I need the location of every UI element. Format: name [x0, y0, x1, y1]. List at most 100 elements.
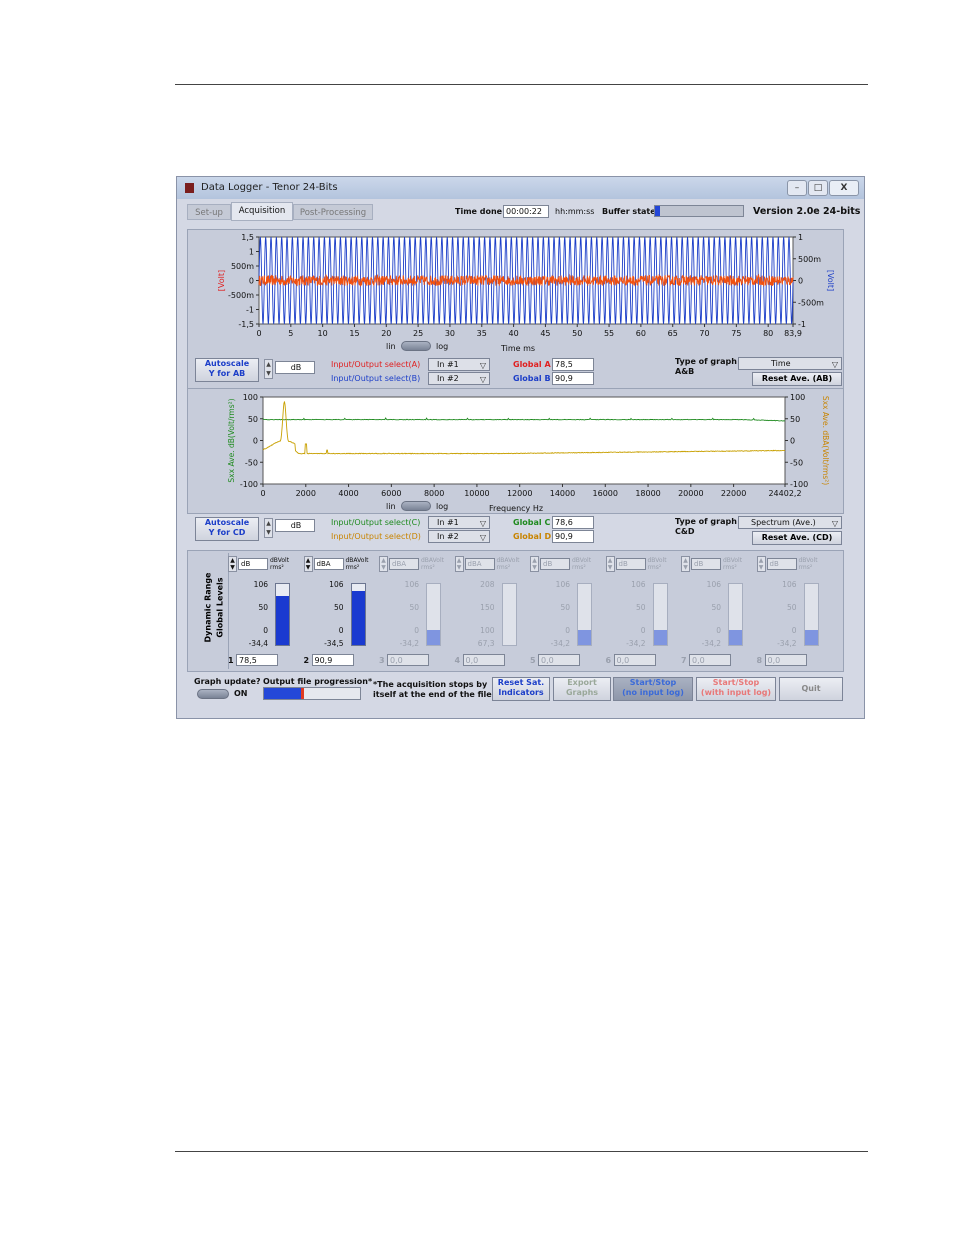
- tick-mid: 50: [635, 603, 646, 612]
- spectrum-graph[interactable]: 0 2000 4000 6000 8000 10000 12000 14000 16000 180…: [188, 389, 843, 513]
- levels-meters: ▲ ▼ dB dBVolt rms² 106 50 0 -34,4 1 78,5 ▲ ▼ dBA dBAV…: [226, 553, 841, 671]
- channel-unit-spinner[interactable]: ▲ ▼: [605, 556, 615, 572]
- x-tick-label: 10: [318, 329, 328, 338]
- tick-bottom: 67,3: [477, 639, 495, 648]
- tick-low: 0: [263, 626, 268, 635]
- channel-unit-spinner[interactable]: ▲ ▼: [681, 556, 690, 572]
- type-ab-select[interactable]: Time ▽: [738, 357, 842, 370]
- type-cd-select[interactable]: Spectrum (Ave.) ▽: [738, 516, 842, 529]
- reset-sat-indicators-button[interactable]: Reset Sat. Indicators: [492, 677, 550, 701]
- channel-value: 90,9: [311, 654, 354, 666]
- global-levels-panel: Dynamic Range Global Levels ▲ ▼ dB dBVolt r…: [187, 550, 844, 672]
- reset-ave-cd-button[interactable]: Reset Ave. (CD): [752, 531, 842, 545]
- level-meter-fill: [578, 630, 591, 645]
- top-rule: [175, 84, 868, 85]
- time-done-value: 00:00:22: [503, 205, 549, 218]
- channel-unit-field[interactable]: dB: [766, 558, 797, 570]
- y-left-tick-label: 50: [248, 415, 258, 424]
- output-progress-label: Output file progression*: [263, 677, 373, 686]
- x-tick-label: 50: [572, 329, 582, 338]
- start-stop-with-log-button[interactable]: Start/Stop (with input log): [696, 677, 776, 701]
- io-a-select[interactable]: In #1 ▽: [428, 358, 490, 371]
- close-button[interactable]: X: [829, 180, 859, 196]
- y-right-tick-label: -1: [798, 320, 806, 329]
- quit-button[interactable]: Quit: [779, 677, 843, 701]
- unit-cd-field[interactable]: dB: [275, 519, 315, 532]
- level-meter: [275, 583, 290, 646]
- tick-low: 0: [640, 626, 646, 635]
- tab-post-processing[interactable]: Post-Processing: [293, 204, 373, 220]
- lin-label-cd: lin: [386, 502, 396, 511]
- x-tick-label: 24402,2: [768, 489, 801, 498]
- x-tick-label: 83,9: [784, 329, 802, 338]
- channel-unit-field[interactable]: dB: [615, 558, 646, 570]
- chevron-down-icon: ▽: [831, 519, 838, 528]
- channel-unit-spinner[interactable]: ▲ ▼: [303, 556, 313, 572]
- minimize-button[interactable]: –: [787, 180, 807, 196]
- buffer-state-fill: [655, 206, 661, 216]
- channel-unit-field[interactable]: dB: [238, 558, 268, 570]
- unit-ab-field[interactable]: dB: [275, 361, 315, 374]
- channel-unit-field[interactable]: dB: [540, 558, 570, 570]
- x-tick-label: 6000: [381, 489, 401, 498]
- x-tick-label: 10000: [464, 489, 489, 498]
- export-graphs-button[interactable]: Export Graphs: [553, 677, 611, 701]
- level-channel-4: ▲ ▼ dBA dBAVolt rms² 208 150 100 67,3 4 0,0: [453, 553, 527, 669]
- global-a-label: Global A: [513, 360, 551, 369]
- x-tick-label: 25: [413, 329, 423, 338]
- channel-unit-spinner[interactable]: ▲ ▼: [379, 556, 388, 572]
- y-right-tick-label: 0: [798, 277, 803, 286]
- autoscale-ab-button[interactable]: Autoscale Y for AB: [195, 358, 259, 382]
- tick-bottom: -34,4: [248, 639, 268, 648]
- title-bar: Data Logger - Tenor 24-Bits – □ X: [177, 177, 864, 199]
- channel-number: 6: [605, 656, 612, 665]
- global-d-label: Global D: [513, 532, 552, 541]
- channel-value: 0,0: [764, 654, 807, 666]
- graph-update-toggle[interactable]: [197, 689, 229, 699]
- autoscale-cd-button[interactable]: Autoscale Y for CD: [195, 517, 259, 541]
- channel-value: 0,0: [689, 654, 731, 666]
- app-icon: [185, 183, 194, 193]
- channel-unit-field[interactable]: dBA: [389, 558, 419, 570]
- x-tick-label: 55: [604, 329, 614, 338]
- bottom-rule: [175, 1151, 868, 1152]
- start-stop-no-log-button[interactable]: Start/Stop (no input log): [613, 677, 693, 701]
- lin-log-toggle-cd[interactable]: [401, 501, 431, 511]
- y-left-tick-label: -1,5: [238, 320, 254, 329]
- tick-mid: 50: [333, 603, 344, 612]
- tick-bottom: -34,2: [777, 639, 797, 648]
- dynamic-range-label: Dynamic Range: [203, 572, 213, 643]
- channel-unit-spinner[interactable]: ▲ ▼: [756, 556, 766, 572]
- tick-bottom: -34,2: [550, 639, 570, 648]
- buffer-state-bar: [654, 205, 744, 217]
- y-left-axis-label: [Volt]: [217, 270, 226, 291]
- tab-acquisition[interactable]: Acquisition: [231, 202, 293, 221]
- io-d-select[interactable]: In #2 ▽: [428, 530, 490, 543]
- reset-ave-ab-button[interactable]: Reset Ave. (AB): [752, 372, 842, 386]
- x-tick-label: 20: [381, 329, 391, 338]
- x-tick-label: 80: [763, 329, 773, 338]
- channel-unit-field[interactable]: dB: [691, 558, 721, 570]
- channel-unit-field[interactable]: dBA: [464, 558, 495, 570]
- channel-unit-spinner[interactable]: ▲ ▼: [530, 556, 539, 572]
- x-tick-label: 60: [636, 329, 646, 338]
- channel-unit-label: dBAVolt rms²: [496, 557, 520, 571]
- tick-top: 106: [706, 580, 721, 589]
- x-tick-label: 14000: [550, 489, 575, 498]
- channel-unit-label: dBVolt rms²: [572, 557, 592, 571]
- channel-unit-spinner[interactable]: ▲ ▼: [454, 556, 464, 572]
- maximize-button[interactable]: □: [808, 180, 828, 196]
- io-c-select[interactable]: In #1 ▽: [428, 516, 490, 529]
- unit-cd-spinner[interactable]: ▲ ▼: [264, 518, 273, 538]
- channel-unit-field[interactable]: dBA: [313, 558, 344, 570]
- channel-unit-spinner[interactable]: ▲ ▼: [228, 556, 237, 572]
- x-tick-label: 8000: [424, 489, 444, 498]
- channel-unit-label: dBAVolt rms²: [345, 557, 369, 571]
- plot-area: [262, 396, 786, 485]
- tick-top: 106: [329, 580, 344, 589]
- io-b-select[interactable]: In #2 ▽: [428, 372, 490, 385]
- tick-low: 0: [716, 626, 721, 635]
- lin-log-toggle-ab[interactable]: [401, 341, 431, 351]
- unit-ab-spinner[interactable]: ▲ ▼: [264, 359, 273, 379]
- tab-setup[interactable]: Set-up: [187, 204, 231, 220]
